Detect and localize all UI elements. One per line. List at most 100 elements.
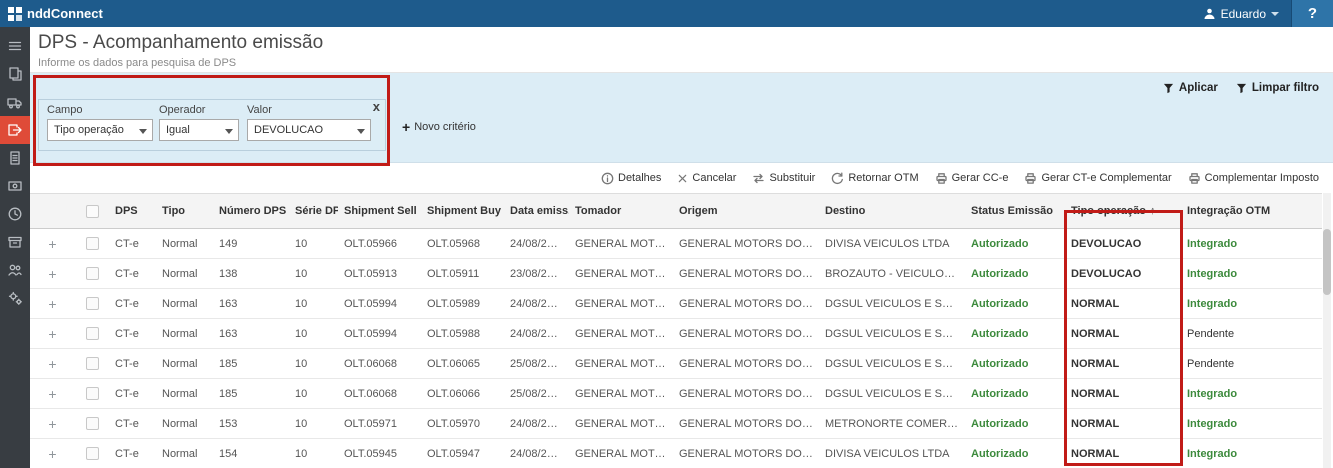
select-all-checkbox[interactable] [86, 205, 99, 218]
row-checkbox[interactable] [86, 447, 99, 460]
row-checkbox[interactable] [86, 357, 99, 370]
expand-row-button[interactable]: + [48, 446, 56, 462]
valor-select[interactable]: DEVOLUCAO [247, 119, 371, 141]
history-icon [7, 206, 23, 222]
cancelar-action[interactable]: Cancelar [677, 172, 736, 184]
help-button[interactable]: ? [1291, 0, 1333, 27]
user-menu[interactable]: Eduardo [1191, 0, 1291, 27]
column-header-dps[interactable]: DPS [109, 194, 156, 229]
cell-status-emissao: Autorizado [965, 289, 1065, 319]
column-header-destino[interactable]: Destino [819, 194, 965, 229]
column-header-numero-dps[interactable]: Número DPS [213, 194, 289, 229]
cell-origem: GENERAL MOTORS DO BRASIL LTDA [673, 349, 819, 379]
cell-dps: CT-e [109, 349, 156, 379]
funnel-icon [1163, 83, 1174, 94]
sidebar-item-menu[interactable] [0, 32, 30, 60]
gerar-cte-complementar-action[interactable]: Gerar CT-e Complementar [1024, 172, 1171, 185]
clear-filter-button[interactable]: Limpar filtro [1236, 82, 1319, 94]
table-row[interactable]: + CT-e Normal 163 10 OLT.05994 OLT.05989… [30, 289, 1322, 319]
sidebar-item-send-dps[interactable] [0, 116, 30, 144]
cell-numero-dps: 185 [213, 349, 289, 379]
sidebar-item-truck[interactable] [0, 88, 30, 116]
row-checkbox[interactable] [86, 417, 99, 430]
complementar-imposto-action[interactable]: Complementar Imposto [1188, 172, 1319, 185]
cell-tomador: GENERAL MOTORS DO ... [569, 409, 673, 439]
column-header-tomador[interactable]: Tomador [569, 194, 673, 229]
vertical-scrollbar[interactable] [1323, 193, 1331, 468]
table-row[interactable]: + CT-e Normal 138 10 OLT.05913 OLT.05911… [30, 259, 1322, 289]
table-row[interactable]: + CT-e Normal 185 10 OLT.06068 OLT.06066… [30, 379, 1322, 409]
cell-tomador: GENERAL MOTORS DO ... [569, 379, 673, 409]
substituir-action[interactable]: Substituir [752, 172, 815, 185]
retornar-otm-action[interactable]: Retornar OTM [831, 172, 918, 185]
cell-serie-dps: 10 [289, 319, 338, 349]
column-header-tipo[interactable]: Tipo [156, 194, 213, 229]
cell-shipment-sell: OLT.05971 [338, 409, 421, 439]
sidebar-item-users[interactable] [0, 256, 30, 284]
column-header-integracao-otm[interactable]: Integração OTM [1181, 194, 1322, 229]
remove-criteria-button[interactable]: x [373, 100, 380, 114]
column-header-status-emissao[interactable]: Status Emissão [965, 194, 1065, 229]
operador-label: Operador [159, 104, 239, 116]
table-row[interactable]: + CT-e Normal 185 10 OLT.06068 OLT.06065… [30, 349, 1322, 379]
expand-row-button[interactable]: + [48, 266, 56, 282]
table-row[interactable]: + CT-e Normal 149 10 OLT.05966 OLT.05968… [30, 229, 1322, 259]
cell-shipment-buy: OLT.05970 [421, 409, 504, 439]
cell-numero-dps: 138 [213, 259, 289, 289]
cell-dps: CT-e [109, 409, 156, 439]
money-icon [7, 178, 23, 194]
row-checkbox[interactable] [86, 267, 99, 280]
row-checkbox[interactable] [86, 327, 99, 340]
expand-row-button[interactable]: + [48, 356, 56, 372]
cell-data-emissao: 24/08/2017 [504, 319, 569, 349]
cell-origem: GENERAL MOTORS DO BRASIL LTDA [673, 259, 819, 289]
cell-integracao-otm: Pendente [1181, 349, 1322, 379]
page-subtitle: Informe os dados para pesquisa de DPS [38, 57, 1333, 69]
row-checkbox[interactable] [86, 237, 99, 250]
table-row[interactable]: + CT-e Normal 163 10 OLT.05994 OLT.05988… [30, 319, 1322, 349]
expand-row-button[interactable]: + [48, 326, 56, 342]
table-row[interactable]: + CT-e Normal 154 10 OLT.05945 OLT.05947… [30, 439, 1322, 468]
column-header-shipment-sell[interactable]: Shipment Sell [338, 194, 421, 229]
sidebar-item-settings[interactable] [0, 284, 30, 312]
detalhes-action[interactable]: Detalhes [601, 172, 661, 185]
valor-label: Valor [247, 104, 371, 116]
page-header: DPS - Acompanhamento emissão Informe os … [30, 27, 1333, 73]
gerar-cce-action[interactable]: Gerar CC-e [935, 172, 1009, 185]
column-header-serie-dps[interactable]: Série DPS [289, 194, 338, 229]
expand-row-button[interactable]: + [48, 416, 56, 432]
row-checkbox[interactable] [86, 297, 99, 310]
expand-row-button[interactable]: + [48, 386, 56, 402]
cell-numero-dps: 154 [213, 439, 289, 468]
cell-shipment-sell: OLT.05945 [338, 439, 421, 468]
sidebar-item-document[interactable] [0, 144, 30, 172]
operador-select[interactable]: Igual [159, 119, 239, 141]
checkbox-column-header[interactable] [75, 194, 109, 229]
sidebar-item-history[interactable] [0, 200, 30, 228]
column-header-tipo-operacao[interactable]: Tipo operação↑ [1065, 194, 1181, 229]
sidebar-item-money[interactable] [0, 172, 30, 200]
column-header-origem[interactable]: Origem [673, 194, 819, 229]
cell-tipo: Normal [156, 319, 213, 349]
column-header-shipment-buy[interactable]: Shipment Buy [421, 194, 504, 229]
sidebar-item-archive[interactable] [0, 228, 30, 256]
sidebar-item-pages[interactable] [0, 60, 30, 88]
cell-integracao-otm: Integrado [1181, 409, 1322, 439]
expand-row-button[interactable]: + [48, 236, 56, 252]
document-icon [7, 150, 23, 166]
campo-select[interactable]: Tipo operação [47, 119, 153, 141]
table-row[interactable]: + CT-e Normal 153 10 OLT.05971 OLT.05970… [30, 409, 1322, 439]
scrollbar-thumb[interactable] [1323, 229, 1331, 295]
action-toolbar: Detalhes Cancelar Substituir Retornar OT… [30, 163, 1333, 193]
cancel-icon [677, 173, 688, 184]
row-checkbox[interactable] [86, 387, 99, 400]
cell-destino: DGSUL VEICULOS E SERVICOS LTDA [819, 289, 965, 319]
expand-row-button[interactable]: + [48, 296, 56, 312]
column-header-data-emissao[interactable]: Data emiss... [504, 194, 569, 229]
apply-filter-button[interactable]: Aplicar [1163, 82, 1218, 94]
new-criteria-button[interactable]: + Novo critério [402, 121, 476, 133]
cell-data-emissao: 24/08/2017 [504, 439, 569, 468]
chevron-down-icon [225, 129, 233, 134]
filter-band: Aplicar Limpar filtro x Campo Tipo opera… [30, 73, 1333, 163]
cell-numero-dps: 153 [213, 409, 289, 439]
